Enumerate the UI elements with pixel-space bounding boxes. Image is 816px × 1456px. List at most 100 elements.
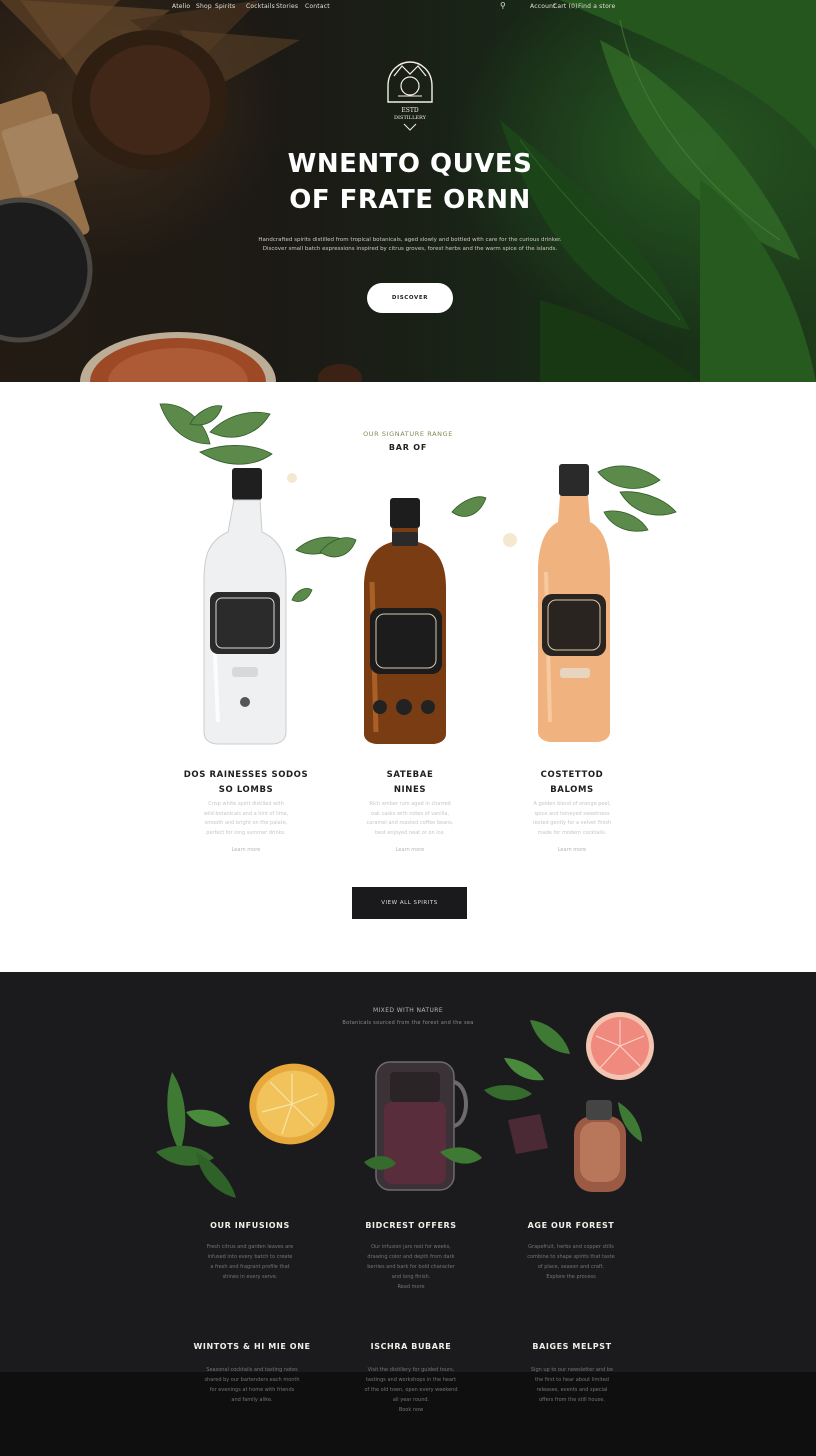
product-1-desc-line: wild botanicals and a hint of lime, — [203, 810, 289, 817]
product-2-learn-more-link[interactable]: Learn more — [335, 847, 485, 853]
product-1-desc-line: perfect for long summer drinks. — [206, 829, 286, 836]
nav-link-cart[interactable]: Cart (0) — [553, 3, 578, 10]
bottom-3-desc-line: Sign up to our newsletter and be — [530, 1367, 614, 1373]
nav-link-stories[interactable]: Stories — [276, 3, 298, 10]
product-1-desc-line: smooth and bright on the palate, — [204, 820, 288, 826]
product-3-desc-line: A golden blend of orange peel, — [533, 801, 611, 807]
hero-subtitle: Handcrafted spirits distilled from tropi… — [225, 236, 595, 254]
product-2-desc-line: caramel and roasted coffee beans, — [366, 820, 454, 826]
bottom-2-desc-line: Visit the distillery for guided tours, — [367, 1367, 455, 1373]
features-art — [156, 1012, 654, 1198]
bottom-2-description: Visit the distillery for guided tours, t… — [321, 1365, 501, 1415]
bottom-1-desc-line: and family alike. — [231, 1397, 273, 1403]
feature-2-desc-line: Our infusion jars rest for weeks, — [371, 1244, 451, 1250]
feature-2-read-more-link[interactable]: Read more — [321, 1282, 501, 1292]
bottle-clear-art — [203, 468, 287, 745]
product-3-desc-line: made for modern cocktails. — [537, 829, 607, 836]
feature-1-desc-line: shines in every serve. — [222, 1274, 278, 1280]
nav-link-find-store[interactable]: Find a store — [578, 3, 615, 10]
product-2-desc-line: oak casks with notes of vanilla, — [370, 810, 450, 817]
bottom-1-title: WINTOTS & HI MIE ONE — [193, 1342, 311, 1351]
product-1-learn-more-link[interactable]: Learn more — [171, 847, 321, 853]
product-3-desc-line: rested gently for a velvet finish — [532, 820, 612, 826]
bottom-1-description: Seasonal cocktails and tasting notes sha… — [162, 1365, 342, 1405]
feature-1-description: Fresh citrus and garden leaves are infus… — [160, 1242, 340, 1282]
hero-subtitle-line2: Discover small batch expressions inspire… — [262, 246, 558, 252]
feature-3-description: Grapefruit, herbs and copper stills comb… — [481, 1242, 661, 1282]
product-1-description: Crisp white spirit distilled with wild b… — [171, 800, 321, 838]
bottom-1-desc-line: for evenings at home with friends — [209, 1387, 295, 1393]
nav-link-spirits[interactable]: Spirits — [215, 3, 235, 10]
search-icon[interactable]: ⚲ — [500, 1, 506, 10]
feature-3-desc-line: Grapefruit, herbs and copper stills — [528, 1244, 614, 1250]
product-2-desc-line: Rich amber rum aged in charred — [369, 801, 451, 807]
products-section: OUR SIGNATURE RANGE BAR OF DOS RAINESSES… — [0, 382, 816, 972]
product-2-name-line2: NINES — [393, 785, 427, 795]
feature-3-explore-link[interactable]: Explore the process — [481, 1272, 661, 1282]
product-3-desc-line: spice and honeyed sweetness — [534, 810, 610, 817]
product-3-name-line1: COSTETTOD — [540, 770, 604, 780]
hero-discover-button[interactable]: DISCOVER — [367, 283, 453, 313]
feature-1-desc-line: Fresh citrus and garden leaves are — [206, 1244, 294, 1250]
page: Atelio Shop Spirits Cocktails Stories Co… — [0, 0, 816, 1456]
product-3-name[interactable]: COSTETTOD BALOMS — [497, 768, 647, 798]
view-all-spirits-button[interactable]: VIEW ALL SPIRITS — [352, 887, 467, 919]
nav-link-contact[interactable]: Contact — [305, 3, 330, 10]
bottom-3-description: Sign up to our newsletter and be the fir… — [482, 1365, 662, 1405]
orange-leaves-art — [156, 1063, 335, 1198]
features-section: MIXED WITH NATURE Botanicals sourced fro… — [0, 972, 816, 1372]
infusion-jar-art — [364, 1061, 482, 1191]
feature-3-title: AGE OUR FOREST — [527, 1221, 615, 1230]
product-3-learn-more-link[interactable]: Learn more — [497, 847, 647, 853]
product-1-desc-line: Crisp white spirit distilled with — [208, 801, 284, 807]
product-1-name[interactable]: DOS RAINESSES SODOS SO LOMBS — [171, 768, 321, 798]
hero-subtitle-line1: Handcrafted spirits distilled from tropi… — [258, 237, 562, 243]
bottom-3-title: BAIGES MELPST — [532, 1342, 612, 1351]
feature-2-description: Our infusion jars rest for weeks, drawin… — [321, 1242, 501, 1292]
bottom-3-desc-line: releases, events and special — [536, 1387, 608, 1393]
bottom-2-book-now-link[interactable]: Book now — [321, 1405, 501, 1415]
product-2-name[interactable]: SATEBAE NINES — [335, 768, 485, 798]
bottle-amber-art — [364, 498, 446, 744]
bottom-2-desc-line: of the old town, open every weekend — [364, 1387, 458, 1393]
bottom-2-title: ISCHRA BUBARE — [370, 1342, 452, 1351]
product-2-description: Rich amber rum aged in charred oak casks… — [335, 800, 485, 838]
product-bottles-art — [159, 403, 677, 745]
nav-link-cocktails[interactable]: Cocktails — [246, 3, 275, 10]
hero-section: Atelio Shop Spirits Cocktails Stories Co… — [0, 0, 816, 382]
feature-2-desc-line: berries and bark for bold character — [367, 1264, 455, 1270]
nav-link-shop[interactable]: Shop — [196, 3, 212, 10]
feature-3-desc-line: combine to shape spirits that taste — [527, 1254, 615, 1260]
bottom-1-desc-line: Seasonal cocktails and tasting notes — [206, 1367, 298, 1373]
feature-2-desc-line: and long finish. — [391, 1274, 431, 1280]
logo-text-top: ESTD — [401, 107, 418, 114]
nav-link-atelio[interactable]: Atelio — [172, 3, 190, 10]
feature-3-desc-line: of place, season and craft. — [537, 1264, 605, 1270]
product-1-name-line2: SO LOMBS — [218, 785, 274, 795]
top-navigation: Atelio Shop Spirits Cocktails Stories Co… — [0, 0, 816, 14]
grapefruit-pot-art — [484, 1012, 654, 1192]
product-3-description: A golden blend of orange peel, spice and… — [497, 800, 647, 838]
hero-title-line1: WNENTO QUVES — [287, 149, 533, 179]
bottom-1-desc-line: shared by our bartenders each month — [204, 1377, 300, 1383]
product-3-name-line2: BALOMS — [550, 785, 594, 795]
hero-title: WNENTO QUVES OF FRATE ORNN — [220, 146, 600, 218]
product-2-name-line1: SATEBAE — [386, 770, 434, 780]
bottom-3-desc-line: the first to hear about limited — [535, 1377, 609, 1383]
feature-1-desc-line: a fresh and fragrant profile that — [210, 1264, 290, 1270]
product-1-name-line1: DOS RAINESSES SODOS — [183, 770, 309, 780]
brand-crest-logo[interactable]: ESTD DISTILLERY — [380, 56, 440, 134]
bottom-band: Seasonal cocktails and tasting notes sha… — [0, 1367, 816, 1456]
bottom-2-desc-line: all year round. — [392, 1397, 430, 1403]
product-2-desc-line: best enjoyed neat or on ice. — [374, 829, 446, 836]
bottle-peach-art — [538, 464, 610, 742]
bottom-2-desc-line: tastings and workshops in the heart — [365, 1377, 457, 1383]
feature-2-title: BIDCREST OFFERS — [365, 1221, 457, 1230]
bottom-3-desc-line: offers from the still house. — [539, 1397, 605, 1403]
nav-link-account[interactable]: Account — [530, 3, 556, 10]
hero-title-line2: OF FRATE ORNN — [289, 185, 531, 215]
feature-1-desc-line: infused into every batch to create — [207, 1254, 293, 1260]
feature-2-desc-line: drawing color and depth from dark — [367, 1254, 455, 1260]
logo-text-bottom: DISTILLERY — [394, 115, 427, 121]
feature-1-title: OUR INFUSIONS — [210, 1221, 290, 1230]
